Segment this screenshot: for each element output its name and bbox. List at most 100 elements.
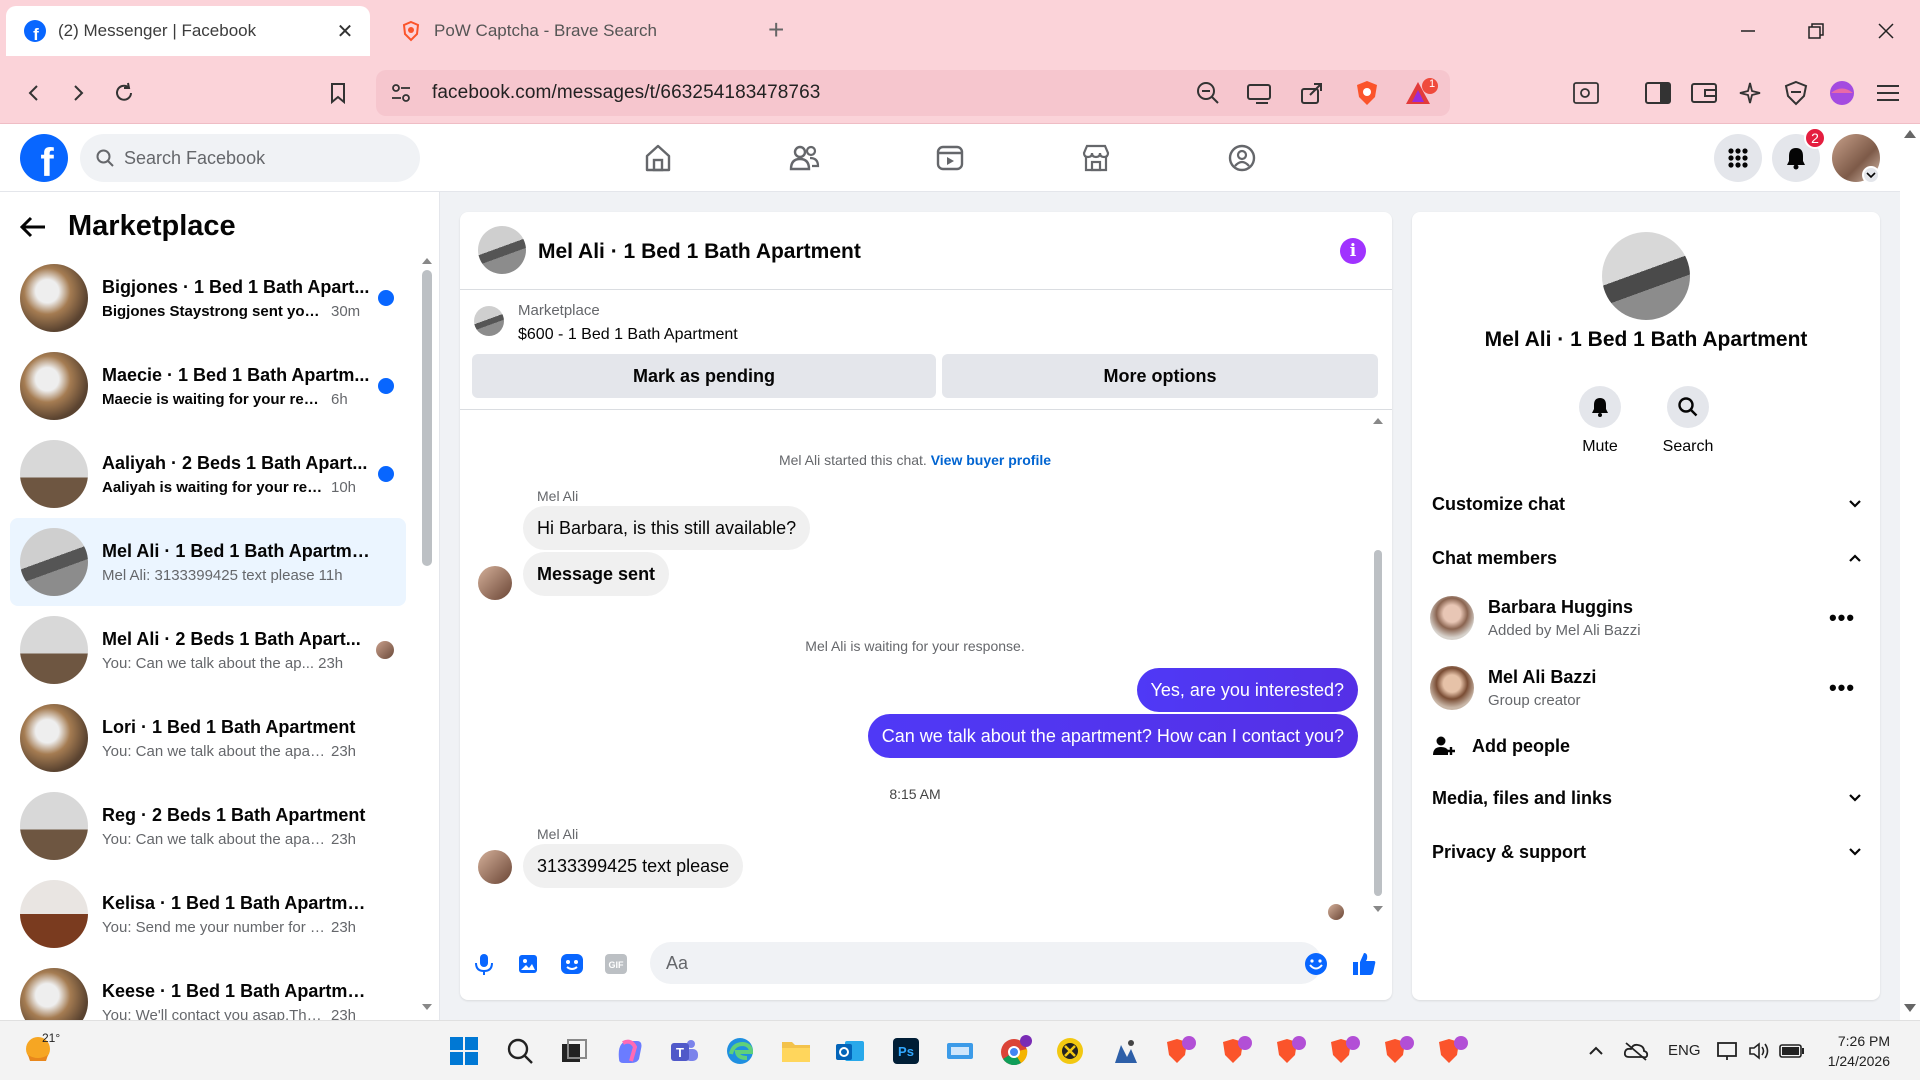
chat-members-section[interactable]: Chat members bbox=[1432, 538, 1862, 578]
reload-icon[interactable] bbox=[106, 75, 142, 111]
groups-icon[interactable] bbox=[1220, 138, 1264, 178]
app-icon[interactable] bbox=[1050, 1031, 1090, 1071]
system-clock[interactable]: 7:26 PM 1/24/2026 bbox=[1800, 1031, 1890, 1071]
conversation-item[interactable]: Bigjones · 1 Bed 1 Bath Apart... Bigjone… bbox=[10, 254, 406, 342]
like-thumb-icon[interactable] bbox=[1350, 950, 1378, 978]
sticker-icon[interactable] bbox=[558, 950, 586, 978]
zoom-icon[interactable] bbox=[1196, 81, 1220, 105]
start-icon[interactable] bbox=[444, 1031, 484, 1071]
reader-mode-icon[interactable] bbox=[1568, 75, 1604, 111]
customize-chat-section[interactable]: Customize chat bbox=[1432, 484, 1862, 524]
brave-browser-icon[interactable] bbox=[1432, 1031, 1472, 1071]
menu-icon[interactable] bbox=[1870, 75, 1906, 111]
member-row[interactable]: Mel Ali Bazzi Group creator ••• bbox=[1430, 660, 1862, 716]
menu-grid-button[interactable] bbox=[1714, 134, 1762, 182]
share-icon[interactable] bbox=[1300, 81, 1324, 105]
close-window-button[interactable] bbox=[1866, 14, 1906, 48]
photoshop-icon[interactable]: Ps bbox=[886, 1031, 926, 1071]
brave-browser-icon[interactable] bbox=[1324, 1031, 1364, 1071]
teams-icon[interactable]: T bbox=[664, 1031, 704, 1071]
back-icon[interactable] bbox=[16, 75, 52, 111]
back-arrow-icon[interactable] bbox=[20, 216, 46, 238]
facebook-logo[interactable]: f bbox=[20, 134, 68, 182]
info-icon[interactable]: i bbox=[1340, 238, 1366, 264]
message-bubble-incoming[interactable]: 3133399425 text please bbox=[523, 844, 744, 888]
sender-avatar[interactable] bbox=[478, 850, 512, 884]
more-options-icon[interactable]: ••• bbox=[1822, 605, 1862, 631]
message-bubble-incoming[interactable]: Hi Barbara, is this still available? bbox=[523, 506, 811, 550]
chat-avatar[interactable] bbox=[478, 226, 526, 274]
member-row[interactable]: Barbara Huggins Added by Mel Ali Bazzi ••… bbox=[1430, 590, 1862, 646]
add-people-button[interactable]: Add people bbox=[1432, 726, 1862, 766]
profile-icon[interactable] bbox=[1824, 75, 1860, 111]
message-bubble-outgoing[interactable]: Can we talk about the apartment? How can… bbox=[867, 714, 1358, 758]
chevron-down-icon[interactable] bbox=[1862, 166, 1880, 184]
app-icon[interactable] bbox=[1106, 1031, 1146, 1071]
chat-profile-avatar[interactable] bbox=[1602, 232, 1690, 320]
site-settings-icon[interactable] bbox=[390, 82, 412, 104]
listing-thumbnail[interactable] bbox=[474, 306, 504, 336]
conversation-item[interactable]: Lori · 1 Bed 1 Bath Apartment You: Can w… bbox=[10, 694, 406, 782]
brave-browser-icon[interactable] bbox=[1160, 1031, 1200, 1071]
brave-shields-icon[interactable] bbox=[1354, 79, 1380, 107]
conversation-item[interactable]: Aaliyah · 2 Beds 1 Bath Apart... Aaliyah… bbox=[10, 430, 406, 518]
search-box[interactable] bbox=[80, 134, 420, 182]
tab-messenger[interactable]: f (2) Messenger | Facebook ✕ bbox=[6, 6, 370, 56]
search-conversation-button[interactable]: Search bbox=[1648, 386, 1728, 456]
conversation-item-active[interactable]: Mel Ali · 1 Bed 1 Bath Apartment Mel Ali… bbox=[10, 518, 406, 606]
friends-icon[interactable] bbox=[782, 138, 826, 178]
file-explorer-icon[interactable] bbox=[776, 1031, 816, 1071]
page-scrollbar[interactable] bbox=[1900, 124, 1920, 1020]
bookmark-icon[interactable] bbox=[320, 75, 356, 111]
image-icon[interactable] bbox=[514, 950, 542, 978]
mark-as-pending-button[interactable]: Mark as pending bbox=[472, 354, 936, 398]
message-bubble-incoming[interactable]: Message sent bbox=[523, 552, 670, 596]
restore-button[interactable] bbox=[1796, 14, 1836, 48]
tab-brave-search[interactable]: PoW Captcha - Brave Search bbox=[390, 6, 750, 56]
conversation-item[interactable]: Mel Ali · 2 Beds 1 Bath Apart... You: Ca… bbox=[10, 606, 406, 694]
conversation-item[interactable]: Kelisa · 1 Bed 1 Bath Apartment You: Sen… bbox=[10, 870, 406, 958]
chrome-icon[interactable] bbox=[996, 1031, 1036, 1071]
microphone-icon[interactable] bbox=[470, 950, 498, 978]
wallet-icon[interactable] bbox=[1686, 75, 1722, 111]
video-icon[interactable] bbox=[928, 138, 972, 178]
language-indicator[interactable]: ENG bbox=[1668, 1042, 1701, 1059]
chat-title[interactable]: Mel Ali · 1 Bed 1 Bath Apartment bbox=[538, 240, 861, 264]
message-input[interactable] bbox=[650, 942, 1322, 984]
minimize-button[interactable] bbox=[1728, 14, 1768, 48]
copilot-icon[interactable] bbox=[610, 1031, 650, 1071]
emoji-icon[interactable] bbox=[1302, 950, 1330, 978]
more-options-button[interactable]: More options bbox=[942, 354, 1378, 398]
conversation-item[interactable]: Maecie · 1 Bed 1 Bath Apartm... Maecie i… bbox=[10, 342, 406, 430]
brave-browser-icon[interactable] bbox=[1270, 1031, 1310, 1071]
leo-ai-icon[interactable] bbox=[1732, 75, 1768, 111]
list-scrollbar[interactable] bbox=[420, 252, 434, 1010]
edge-icon[interactable] bbox=[720, 1031, 760, 1071]
task-view-icon[interactable] bbox=[554, 1031, 594, 1071]
mute-button[interactable]: Mute bbox=[1560, 386, 1640, 456]
conversation-item[interactable]: Keese · 1 Bed 1 Bath Apartment You: We'l… bbox=[10, 958, 406, 1020]
media-files-section[interactable]: Media, files and links bbox=[1432, 778, 1862, 818]
search-icon[interactable] bbox=[500, 1031, 540, 1071]
app-icon[interactable] bbox=[940, 1031, 980, 1071]
brave-browser-icon[interactable] bbox=[1216, 1031, 1256, 1071]
message-bubble-outgoing[interactable]: Yes, are you interested? bbox=[1136, 668, 1358, 712]
conversation-item[interactable]: Reg · 2 Beds 1 Bath Apartment You: Can w… bbox=[10, 782, 406, 870]
vpn-icon[interactable] bbox=[1778, 75, 1814, 111]
listing-price-title[interactable]: $600 - 1 Bed 1 Bath Apartment bbox=[518, 326, 738, 344]
close-tab-icon[interactable]: ✕ bbox=[330, 16, 360, 46]
more-options-icon[interactable]: ••• bbox=[1822, 675, 1862, 701]
brave-browser-icon[interactable] bbox=[1378, 1031, 1418, 1071]
view-buyer-profile-link[interactable]: View buyer profile bbox=[931, 452, 1051, 468]
address-bar[interactable]: facebook.com/messages/t/663254183478763 … bbox=[376, 70, 1450, 116]
home-icon[interactable] bbox=[636, 138, 680, 178]
forward-icon[interactable] bbox=[60, 75, 96, 111]
sender-avatar[interactable] bbox=[478, 566, 512, 600]
privacy-support-section[interactable]: Privacy & support bbox=[1432, 832, 1862, 872]
chat-scrollbar[interactable] bbox=[1370, 412, 1386, 922]
outlook-icon[interactable] bbox=[830, 1031, 870, 1071]
cloud-offline-icon[interactable] bbox=[1616, 1031, 1656, 1071]
chevron-up-icon[interactable] bbox=[1576, 1031, 1616, 1071]
marketplace-icon[interactable] bbox=[1074, 138, 1118, 178]
sidebar-icon[interactable] bbox=[1640, 75, 1676, 111]
